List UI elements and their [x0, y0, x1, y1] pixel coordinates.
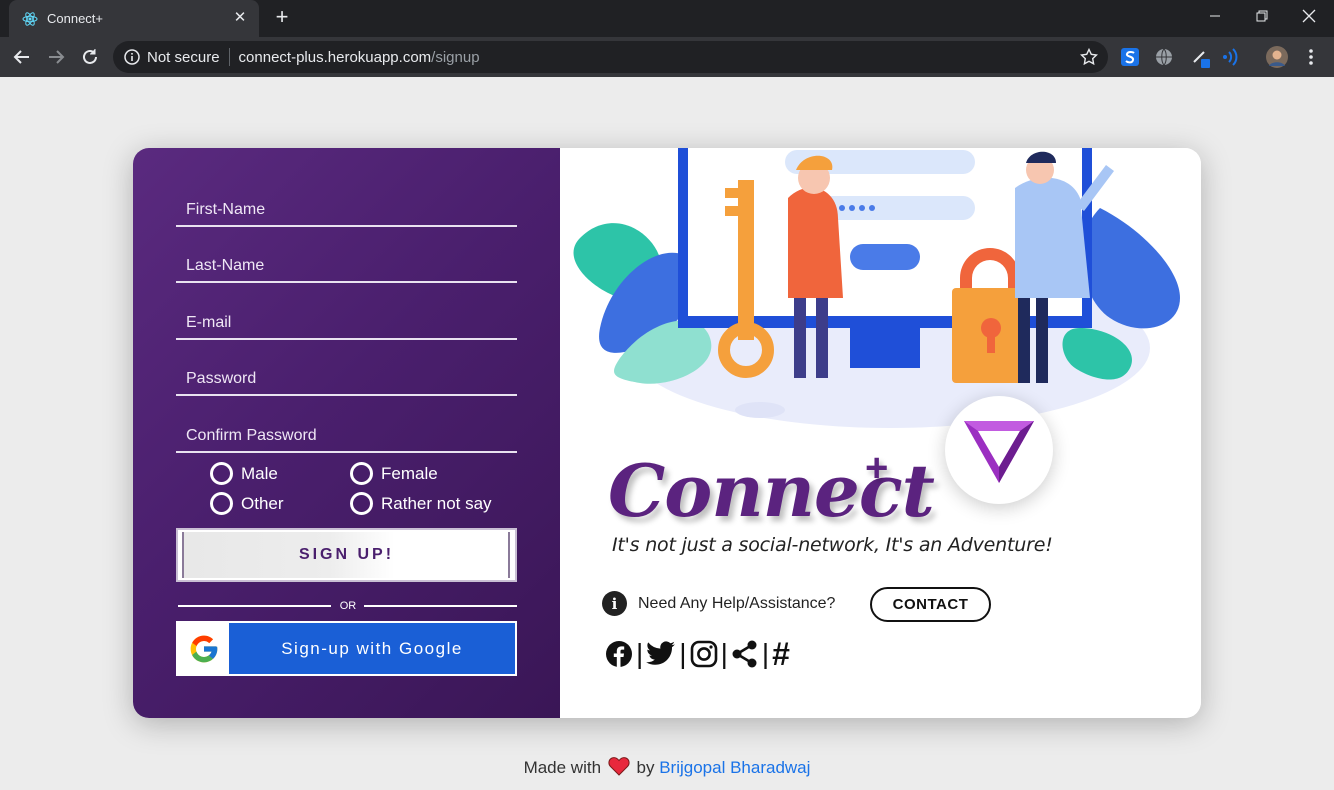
pen-extension-icon[interactable]	[1190, 46, 1212, 68]
confirm-password-input[interactable]	[176, 415, 517, 451]
radio-label: Rather not say	[381, 493, 492, 513]
radio-label: Female	[381, 463, 438, 483]
email-input[interactable]	[176, 302, 517, 338]
radio-circle-icon[interactable]	[210, 462, 233, 485]
close-icon	[1302, 9, 1316, 23]
hashtag-icon[interactable]: #	[772, 638, 790, 670]
sign-up-label: SIGN UP!	[298, 546, 395, 563]
menu-kebab-icon[interactable]	[1300, 46, 1322, 68]
new-tab-button[interactable]: +	[271, 6, 293, 28]
omnibox-divider	[228, 48, 230, 66]
reload-icon	[83, 49, 97, 64]
tab-close-icon[interactable]: ✕	[231, 9, 249, 27]
or-label: OR	[339, 600, 357, 612]
radio-circle-icon[interactable]	[350, 492, 373, 515]
social-separator: |	[636, 638, 644, 669]
impossible-triangle-logo-icon	[964, 421, 1034, 483]
page-footer: Made with by Brijgopal Bharadwaj	[0, 756, 1334, 778]
first-name-field[interactable]	[176, 189, 517, 227]
minimize-icon	[1210, 15, 1220, 17]
wireless-extension-icon[interactable]	[1219, 46, 1241, 68]
signup-card: Male Female Other Rather not say SIGN UP…	[133, 148, 1201, 718]
brand-plus: +	[865, 446, 889, 490]
brand-tagline: It's not just a social-network, It's an …	[612, 534, 1053, 556]
arrow-left-icon	[13, 50, 29, 64]
extension-s-icon[interactable]	[1119, 46, 1141, 68]
contact-button[interactable]: CONTACT	[870, 587, 991, 622]
url-path: /signup	[431, 48, 480, 66]
email-field[interactable]	[176, 302, 517, 340]
bookmark-star-icon[interactable]	[1080, 48, 1098, 66]
last-name-input[interactable]	[176, 245, 517, 281]
social-separator: |	[761, 638, 770, 669]
confirm-password-field[interactable]	[176, 415, 517, 453]
google-logo-icon	[178, 623, 229, 674]
radio-circle-icon[interactable]	[350, 462, 373, 485]
first-name-input[interactable]	[176, 189, 517, 225]
divider-line-right	[364, 605, 517, 607]
social-separator: |	[720, 638, 728, 669]
back-button[interactable]	[10, 45, 34, 69]
share-icon[interactable]	[731, 640, 759, 668]
radio-label: Other	[241, 493, 284, 513]
divider-line-left	[178, 605, 331, 607]
restore-button[interactable]	[1239, 0, 1285, 32]
or-divider: OR	[178, 600, 517, 612]
arrow-right-icon	[49, 50, 65, 64]
author-link[interactable]: Brijgopal Bharadwaj	[659, 758, 810, 777]
info-icon: i	[602, 591, 627, 616]
reload-button[interactable]	[78, 45, 102, 69]
gender-radio-female[interactable]: Female	[350, 462, 438, 485]
gender-radio-male[interactable]: Male	[210, 462, 278, 485]
gender-radio-other[interactable]: Other	[210, 492, 284, 515]
gender-radio-rather-not-say[interactable]: Rather not say	[350, 492, 492, 515]
minimize-button[interactable]	[1192, 0, 1238, 32]
heart-icon	[608, 757, 630, 776]
signup-form-panel: Male Female Other Rather not say SIGN UP…	[133, 148, 560, 718]
twitter-icon[interactable]	[646, 641, 676, 667]
radio-label: Male	[241, 463, 278, 483]
browser-tab[interactable]: Connect+ ✕	[9, 0, 259, 37]
footer-by: by	[636, 758, 655, 777]
password-field[interactable]	[176, 358, 517, 396]
restore-icon	[1256, 10, 1268, 22]
help-text: Need Any Help/Assistance?	[638, 594, 836, 612]
address-bar[interactable]: Not secure connect-plus.herokuapp.com/si…	[113, 41, 1108, 73]
radio-circle-icon[interactable]	[210, 492, 233, 515]
facebook-icon[interactable]	[605, 640, 633, 668]
info-circle-icon[interactable]	[124, 49, 140, 65]
sign-up-button[interactable]: SIGN UP!	[176, 528, 517, 582]
help-row: i Need Any Help/Assistance?	[602, 591, 835, 616]
instagram-icon[interactable]	[690, 640, 718, 668]
brand-panel: Connect + It's not just a social-network…	[560, 148, 1201, 718]
social-separator: |	[679, 638, 687, 669]
url-host: connect-plus.herokuapp.com	[238, 48, 432, 66]
react-favicon-icon	[22, 11, 38, 26]
last-name-field[interactable]	[176, 245, 517, 283]
browser-toolbar: Not secure connect-plus.herokuapp.com/si…	[0, 37, 1334, 77]
browser-tab-bar: Connect+ ✕ +	[0, 0, 1334, 37]
google-signup-label: Sign-up with Google	[229, 623, 515, 674]
social-links: | | | | #	[605, 638, 790, 670]
brand-logo	[945, 396, 1053, 504]
tab-title: Connect+	[47, 11, 104, 26]
login-illustration	[573, 148, 1180, 428]
globe-extension-icon[interactable]	[1153, 46, 1175, 68]
security-label[interactable]: Not secure	[147, 49, 220, 66]
footer-prefix: Made with	[523, 758, 602, 777]
google-signup-button[interactable]: Sign-up with Google	[176, 621, 517, 676]
forward-button[interactable]	[44, 45, 68, 69]
profile-avatar[interactable]	[1266, 46, 1288, 68]
close-window-button[interactable]	[1286, 0, 1332, 32]
password-input[interactable]	[176, 358, 517, 394]
